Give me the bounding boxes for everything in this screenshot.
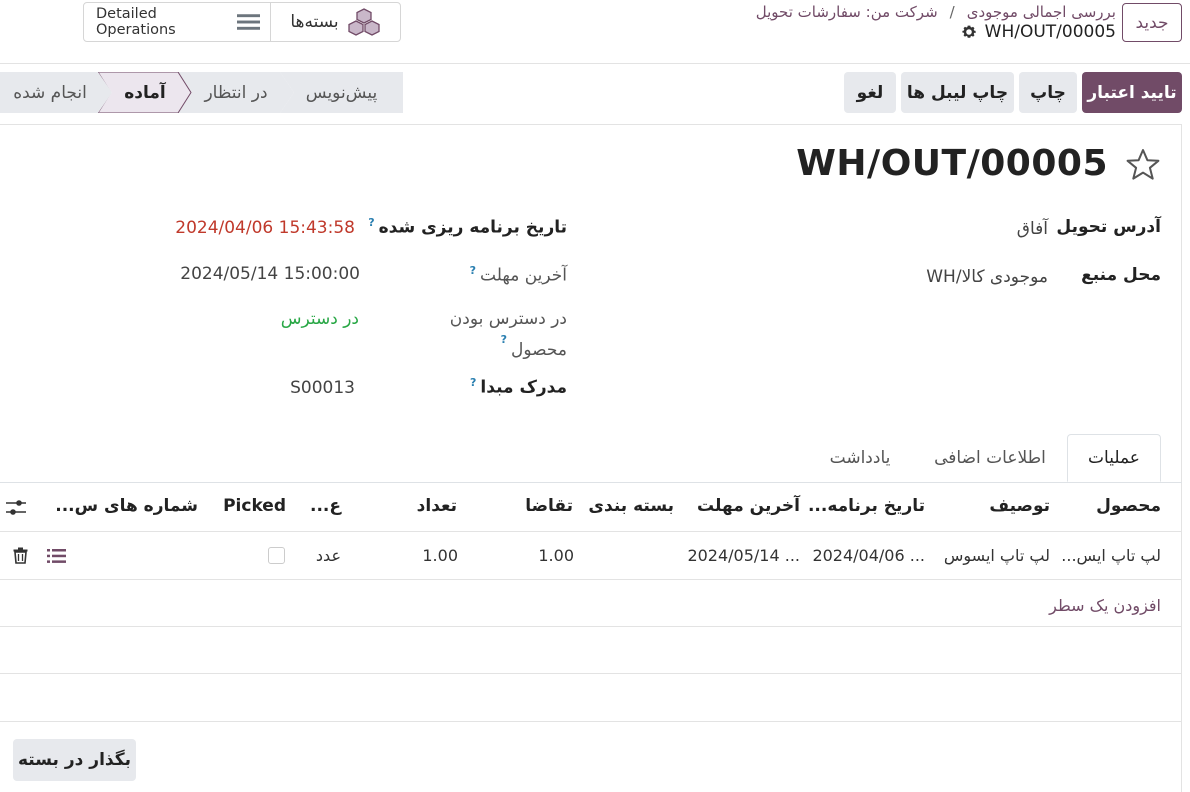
packages-label: بسته‌ها xyxy=(290,12,339,32)
row-divider xyxy=(0,721,1182,722)
status-bar: پیش‌نویس در انتظار آماده انجام شده xyxy=(0,72,403,113)
cell-scheduled-date[interactable]: 2024/04/06 ... xyxy=(812,546,925,565)
column-quantity[interactable]: تعداد xyxy=(417,496,457,516)
delivery-address-value[interactable]: آفاق xyxy=(1017,219,1048,239)
column-scheduled-date[interactable]: تاریخ برنامه... xyxy=(808,496,925,516)
help-icon[interactable]: ? xyxy=(470,376,476,389)
cubes-icon xyxy=(347,8,380,36)
print-button[interactable]: چاپ xyxy=(1019,72,1077,113)
column-deadline[interactable]: آخرین مهلت xyxy=(697,496,800,516)
cell-demand[interactable]: 1.00 xyxy=(538,546,574,565)
optional-columns-icon[interactable] xyxy=(5,498,27,518)
status-draft[interactable]: پیش‌نویس xyxy=(280,72,403,113)
availability-value: در دسترس xyxy=(280,309,359,329)
detailed-operations-label: Detailed Operations xyxy=(96,6,176,38)
column-description[interactable]: توصیف xyxy=(989,496,1050,516)
list-icon xyxy=(236,14,260,30)
source-location-value[interactable]: WH/موجودی کالا xyxy=(926,267,1048,287)
control-panel: جدید بررسی اجمالی موجودی / شرکت من: سفار… xyxy=(0,0,1190,64)
validate-button[interactable]: تایید اعتبار xyxy=(1082,72,1182,113)
tab-note[interactable]: یادداشت xyxy=(820,434,900,482)
availability-label-line-1: در دسترس بودن xyxy=(449,309,567,329)
source-document-value[interactable]: S00013 xyxy=(290,378,355,398)
tab-operations[interactable]: عملیات xyxy=(1067,434,1161,482)
cancel-button[interactable]: لغو xyxy=(844,72,896,113)
status-waiting[interactable]: در انتظار xyxy=(178,72,294,113)
column-demand[interactable]: تقاضا xyxy=(525,496,573,516)
print-labels-button[interactable]: چاپ لیبل ها xyxy=(901,72,1014,113)
table-header-divider xyxy=(0,531,1182,532)
help-icon[interactable]: ? xyxy=(368,216,374,229)
status-done[interactable]: انجام شده xyxy=(0,72,112,113)
availability-label-text: محصول xyxy=(511,340,567,360)
cell-product[interactable]: لپ تاپ ایس... xyxy=(1061,546,1161,565)
details-list-icon[interactable] xyxy=(47,548,66,564)
star-icon[interactable] xyxy=(1126,148,1160,182)
current-record-breadcrumb: WH/OUT/00005 xyxy=(961,22,1116,42)
column-product[interactable]: محصول xyxy=(1096,496,1161,516)
status-ready-outline xyxy=(98,72,192,113)
tab-additional-info[interactable]: اطلاعات اضافی xyxy=(933,434,1047,482)
availability-label: محصول? xyxy=(501,333,567,360)
page-title: WH/OUT/00005 xyxy=(796,143,1108,184)
column-packaging[interactable]: بسته بندی xyxy=(588,496,674,516)
breadcrumb-separator: / xyxy=(949,3,955,21)
help-icon[interactable]: ? xyxy=(501,333,507,346)
deadline-value: 2024/05/14 15:00:00 xyxy=(180,264,360,284)
row-divider xyxy=(0,626,1182,627)
detailed-operations-button[interactable]: Detailed Operations xyxy=(84,3,271,41)
view-switcher: Detailed Operations بسته‌ها xyxy=(83,2,401,42)
delivery-address-label: آدرس تحویل xyxy=(1056,217,1161,237)
breadcrumb-inventory-overview[interactable]: بررسی اجمالی موجودی xyxy=(967,3,1116,21)
cell-quantity[interactable]: 1.00 xyxy=(422,546,458,565)
source-document-label: مدرک مبدا? xyxy=(470,376,567,398)
source-location-label: محل منبع xyxy=(1081,265,1161,285)
packages-button[interactable]: بسته‌ها xyxy=(271,3,400,41)
tabs-divider xyxy=(0,482,1182,483)
column-serial-numbers[interactable]: شماره های س... xyxy=(55,496,198,516)
scheduled-date-value[interactable]: 2024/04/06 15:43:58 xyxy=(175,218,355,238)
breadcrumb: بررسی اجمالی موجودی / شرکت من: سفارشات ت… xyxy=(756,3,1116,21)
row-divider xyxy=(0,673,1182,674)
scheduled-date-label-text: تاریخ برنامه ریزی شده xyxy=(378,217,567,238)
add-line-link[interactable]: افزودن یک سطر xyxy=(1049,596,1161,615)
cell-description[interactable]: لپ تاپ ایسوس xyxy=(944,546,1050,565)
breadcrumb-delivery-orders[interactable]: شرکت من: سفارشات تحویل xyxy=(756,3,938,21)
picked-checkbox[interactable] xyxy=(268,547,285,564)
trash-icon[interactable] xyxy=(13,547,28,564)
cell-uom[interactable]: عدد xyxy=(316,546,341,565)
deadline-label-text: آخرین مهلت xyxy=(480,265,567,286)
column-picked[interactable]: Picked xyxy=(223,496,286,516)
gear-icon[interactable] xyxy=(961,24,977,40)
cell-deadline[interactable]: 2024/05/14 ... xyxy=(687,546,800,565)
help-icon[interactable]: ? xyxy=(470,264,476,277)
scheduled-date-label: تاریخ برنامه ریزی شده? xyxy=(368,216,567,238)
row-divider xyxy=(0,579,1182,580)
current-record-name: WH/OUT/00005 xyxy=(984,22,1116,42)
put-in-pack-button[interactable]: بگذار در بسته xyxy=(13,739,136,781)
new-button[interactable]: جدید xyxy=(1122,3,1182,42)
source-document-label-text: مدرک مبدا xyxy=(480,377,567,398)
deadline-label: آخرین مهلت? xyxy=(470,264,567,286)
column-uom[interactable]: ع... xyxy=(310,496,341,516)
